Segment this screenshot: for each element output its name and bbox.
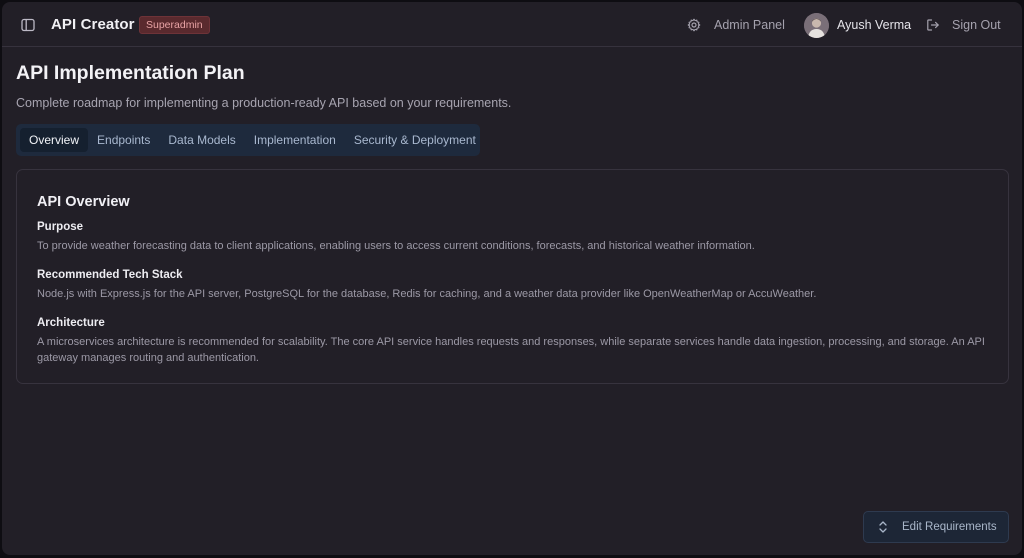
avatar — [804, 12, 829, 38]
tab-overview[interactable]: Overview — [20, 128, 89, 152]
admin-panel-link[interactable]: Admin Panel — [687, 14, 785, 36]
purpose-heading: Purpose — [37, 221, 84, 233]
logout-icon — [926, 18, 940, 32]
user-menu[interactable]: Ayush Verma — [804, 12, 911, 38]
chevrons-up-down-icon — [878, 520, 888, 534]
purpose-text: To provide weather forecasting data to c… — [37, 240, 755, 252]
role-badge: Superadmin — [139, 16, 210, 34]
plan-tabs: Overview Endpoints Data Models Implement… — [16, 124, 480, 156]
page-subtitle: Complete roadmap for implementing a prod… — [16, 96, 512, 110]
admin-panel-label: Admin Panel — [714, 18, 785, 32]
sign-out-button[interactable]: Sign Out — [926, 14, 1001, 36]
architecture-heading: Architecture — [37, 317, 105, 329]
app-window: API Creator Superadmin Admin Panel Ayush… — [2, 2, 1022, 555]
card-title: API Overview — [37, 194, 130, 210]
app-title: API Creator — [51, 16, 135, 33]
edit-requirements-button[interactable]: Edit Requirements — [863, 511, 1009, 543]
tab-security-deployment[interactable]: Security & Deployment — [345, 128, 485, 152]
sign-out-label: Sign Out — [952, 18, 1001, 32]
tab-implementation[interactable]: Implementation — [245, 128, 345, 152]
user-name: Ayush Verma — [837, 18, 912, 32]
tech-stack-text: Node.js with Express.js for the API serv… — [37, 288, 817, 300]
page-title: API Implementation Plan — [16, 62, 245, 84]
architecture-text: A microservices architecture is recommen… — [37, 336, 985, 364]
sidebar-toggle-icon[interactable] — [19, 16, 37, 34]
api-overview-card: API Overview Purpose To provide weather … — [16, 169, 1009, 384]
tab-endpoints[interactable]: Endpoints — [88, 128, 159, 152]
tab-data-models[interactable]: Data Models — [159, 128, 244, 152]
top-navigation-bar: API Creator Superadmin Admin Panel Ayush… — [2, 2, 1022, 47]
tech-stack-heading: Recommended Tech Stack — [37, 269, 183, 281]
gear-icon — [687, 18, 701, 32]
edit-requirements-label: Edit Requirements — [902, 521, 997, 533]
